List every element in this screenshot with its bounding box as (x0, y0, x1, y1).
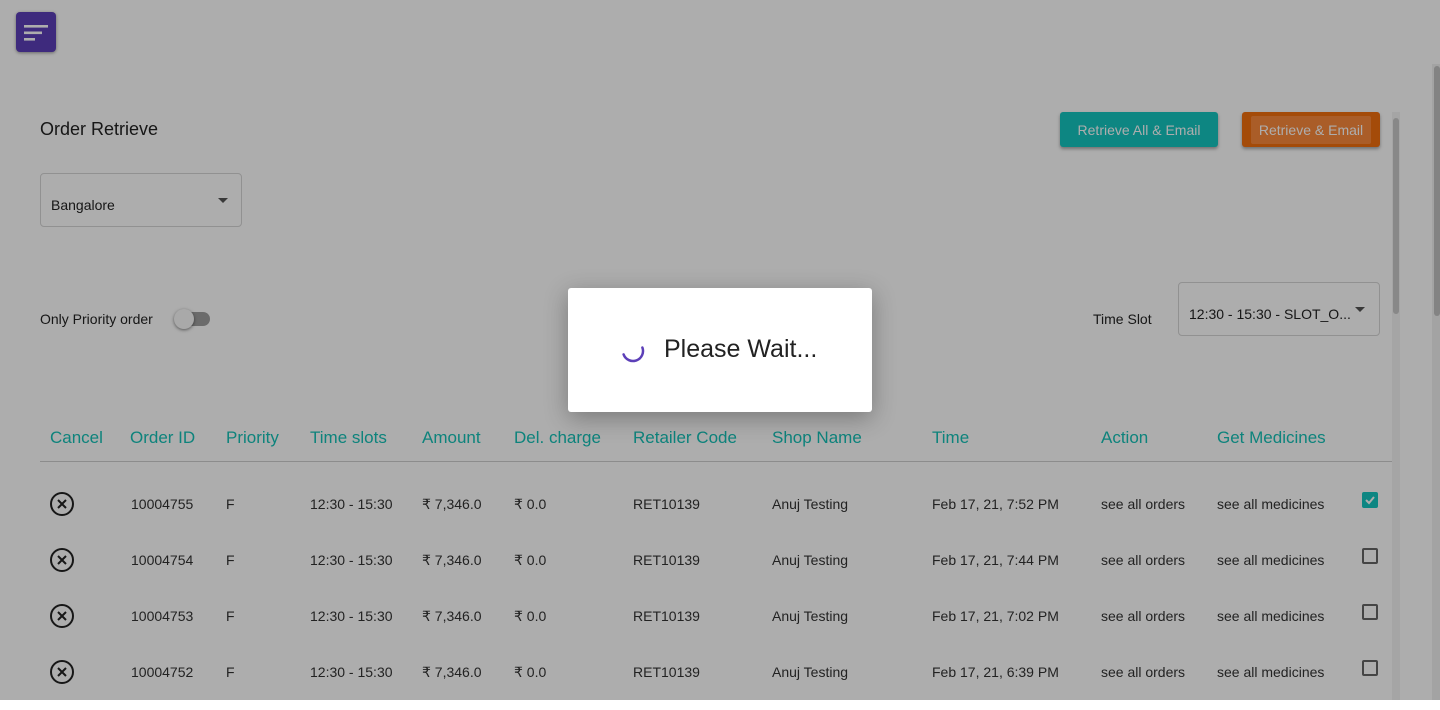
spinner-icon (622, 346, 645, 363)
please-wait-text: Please Wait... (664, 335, 818, 363)
loading-dialog: Please Wait... (568, 288, 872, 412)
